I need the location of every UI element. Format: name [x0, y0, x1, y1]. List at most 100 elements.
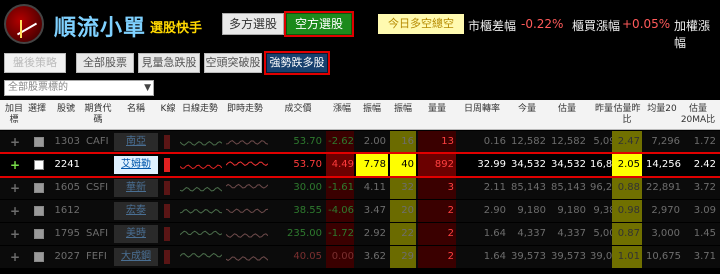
- daily-trend-sparkline: [179, 202, 223, 220]
- volume-ratio-value: 3: [418, 177, 456, 199]
- stock-code: 1612: [54, 205, 80, 216]
- long-mode-button[interactable]: 多方選股: [222, 13, 284, 35]
- today-summary-box: 今日多空總空: [378, 14, 464, 34]
- add-plus-icon[interactable]: +: [10, 246, 20, 268]
- add-plus-icon[interactable]: +: [10, 200, 20, 222]
- stock-code: 1605: [54, 182, 80, 193]
- tab-after-hours[interactable]: 盤後策略: [4, 53, 66, 73]
- est-ratio-value: 0.87: [612, 223, 642, 245]
- col-add[interactable]: 加目標: [4, 104, 24, 126]
- change-value: 4.49: [326, 154, 354, 176]
- col-est-ratio[interactable]: 估量昨比: [612, 104, 642, 126]
- volume-ratio-value: 2: [418, 223, 456, 245]
- stock-name-link[interactable]: 宏泰: [114, 202, 158, 220]
- col-amplitude[interactable]: 振幅: [356, 104, 388, 115]
- col-select[interactable]: 選擇: [28, 104, 46, 115]
- est-ratio-value: 2.47: [612, 131, 642, 153]
- add-plus-icon[interactable]: +: [10, 223, 20, 245]
- amplitude2-value: 32: [390, 177, 416, 199]
- col-volume-ratio[interactable]: 量量: [418, 104, 456, 115]
- row-checkbox[interactable]: [34, 137, 44, 147]
- avg20-value: 7,296: [651, 136, 680, 147]
- intraday-trend-sparkline: [225, 248, 269, 266]
- table-row[interactable]: +2027 FEFI 大成鋼 40.05 0.00 3.62 29 2 1.64 39,573 39…: [0, 246, 720, 268]
- avg20-value: 3,000: [651, 228, 680, 239]
- volume-now-value: 4,337: [517, 228, 546, 239]
- add-plus-icon[interactable]: +: [10, 177, 20, 199]
- amplitude-value: 2.00: [363, 136, 386, 147]
- col-volume-now[interactable]: 今量: [508, 104, 546, 115]
- ma20-ratio-value: 1.72: [693, 136, 716, 147]
- otc-change-value: +0.05%: [622, 17, 671, 31]
- col-ma20-ratio[interactable]: 估量20MA比: [680, 104, 716, 126]
- amplitude-value: 7.78: [356, 154, 388, 176]
- turnover-value: 2.11: [483, 182, 506, 193]
- col-turnover[interactable]: 日周轉率: [458, 104, 506, 115]
- row-checkbox[interactable]: [34, 160, 44, 170]
- tab-bear-breakout[interactable]: 空頭突破股: [204, 53, 262, 73]
- table-row[interactable]: +1612 宏泰 38.55 -4.06 3.47 20 2 2.90 9,180 9,180 9,…: [0, 200, 720, 222]
- row-checkbox[interactable]: [34, 183, 44, 193]
- intraday-trend-sparkline: [225, 133, 269, 151]
- last-price: 53.70: [293, 159, 322, 170]
- col-name[interactable]: 名稱: [116, 104, 156, 115]
- col-intraday-trend[interactable]: 即時走勢: [224, 104, 266, 115]
- amplitude2-value: 16: [390, 131, 416, 153]
- amplitude2-value: 29: [390, 246, 416, 268]
- stock-scope-select[interactable]: 全部股票標的 ▼: [4, 80, 154, 96]
- kline-candle-icon: [164, 250, 170, 264]
- change-value: -1.61: [326, 177, 354, 199]
- avg20-value: 22,891: [646, 182, 681, 193]
- change-value: -2.62: [326, 131, 354, 153]
- change-value: 0.00: [326, 246, 354, 268]
- chevron-down-icon: ▼: [144, 83, 151, 93]
- stock-name-link[interactable]: 美時: [114, 225, 158, 243]
- col-kline[interactable]: K線: [160, 104, 176, 115]
- col-amplitude-2[interactable]: 振幅: [390, 104, 416, 115]
- stock-name-link[interactable]: 大成鋼: [114, 248, 158, 266]
- row-checkbox[interactable]: [34, 229, 44, 239]
- change-value: -4.06: [326, 200, 354, 222]
- stock-name-link[interactable]: 艾姆勒: [114, 156, 158, 174]
- ma20-ratio-value: 3.71: [693, 251, 716, 262]
- tab-volume-drop[interactable]: 見量急跌股: [138, 53, 200, 73]
- futures-code: CAFI: [86, 136, 109, 147]
- daily-trend-sparkline: [179, 225, 223, 243]
- futures-code: SAFI: [86, 228, 109, 239]
- volume-est-value: 34,532: [551, 159, 586, 170]
- col-avg20[interactable]: 均量20: [646, 104, 678, 115]
- stock-name-link[interactable]: 華新: [114, 179, 158, 197]
- volume-est-value: 39,573: [551, 251, 586, 262]
- amplitude2-value: 40: [390, 154, 416, 176]
- tab-strong-decline[interactable]: 強勢跌多股: [264, 51, 330, 75]
- table-row[interactable]: +1795 SAFI 美時 235.00 -1.72 2.92 22 2 1.64 4,337 4,…: [0, 223, 720, 245]
- row-checkbox[interactable]: [34, 206, 44, 216]
- add-plus-icon[interactable]: +: [10, 154, 20, 176]
- add-plus-icon[interactable]: +: [10, 131, 20, 153]
- ma20-ratio-value: 3.72: [693, 182, 716, 193]
- col-price[interactable]: 成交價: [270, 104, 326, 115]
- short-mode-button[interactable]: 空方選股: [284, 11, 354, 37]
- col-futures[interactable]: 期貨代碼: [84, 104, 112, 126]
- col-code[interactable]: 股號: [52, 104, 80, 115]
- row-checkbox[interactable]: [34, 252, 44, 262]
- ma20-ratio-value: 1.45: [693, 228, 716, 239]
- last-price: 38.55: [293, 205, 322, 216]
- table-row[interactable]: +1303 CAFI 南亞 53.70 -2.62 2.00 16 13 0.16 12,582 1…: [0, 131, 720, 153]
- ma20-ratio-value: 2.42: [693, 159, 716, 170]
- col-daily-trend[interactable]: 日線走勢: [180, 104, 220, 115]
- kline-candle-icon: [164, 158, 170, 172]
- stock-name-link[interactable]: 南亞: [114, 133, 158, 151]
- table-row[interactable]: +2241 艾姆勒 53.70 4.49 7.78 40 892 32.99 34,532 34,…: [0, 152, 720, 178]
- est-ratio-value: 1.01: [612, 246, 642, 268]
- col-change[interactable]: 漲幅: [330, 104, 354, 115]
- table-row[interactable]: +1605 CSFI 華新 30.00 -1.61 4.11 32 3 2.11 85,143 85…: [0, 177, 720, 199]
- daily-trend-sparkline: [179, 179, 223, 197]
- col-volume-est[interactable]: 估量: [548, 104, 586, 115]
- volume-ratio-value: 2: [418, 246, 456, 268]
- est-ratio-value: 0.98: [612, 200, 642, 222]
- app-header: 順流小單 選股快手 多方選股 空方選股 今日多空總空 市櫃差幅 -0.22% 櫃…: [0, 0, 720, 50]
- app-subtitle: 選股快手: [150, 21, 203, 36]
- tab-all-stocks[interactable]: 全部股票: [76, 53, 134, 73]
- volume-est-value: 12,582: [551, 136, 586, 147]
